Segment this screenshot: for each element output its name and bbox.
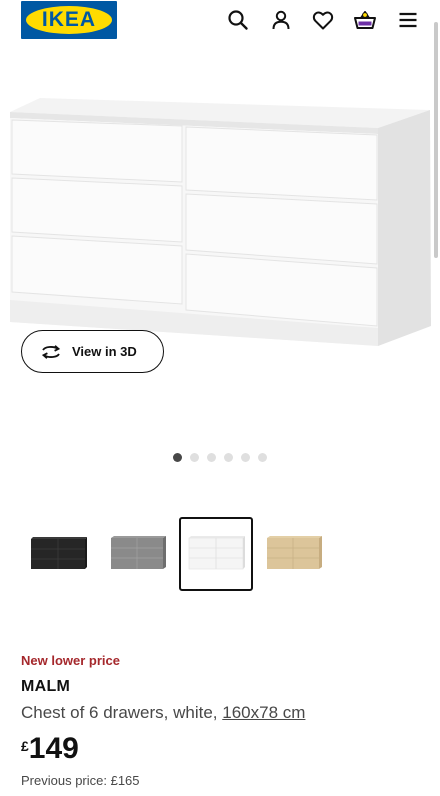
price-currency: £ bbox=[21, 738, 29, 754]
variant-black-brown[interactable] bbox=[21, 517, 95, 591]
menu-icon[interactable] bbox=[396, 8, 420, 32]
product-name: MALM bbox=[21, 678, 71, 695]
product-price: £ 149 bbox=[21, 733, 79, 765]
gallery-pagination bbox=[173, 453, 267, 462]
new-lower-price-badge: New lower price bbox=[21, 653, 120, 668]
search-icon[interactable] bbox=[226, 8, 250, 32]
price-value: 149 bbox=[28, 732, 79, 765]
product-description-text: Chest of 6 drawers, white, bbox=[21, 703, 223, 722]
gallery-dot[interactable] bbox=[207, 453, 216, 462]
logo-text: IKEA bbox=[41, 8, 97, 31]
gallery-dot[interactable] bbox=[173, 453, 182, 462]
view-in-3d-label: View in 3D bbox=[72, 344, 137, 359]
view-in-3d-button[interactable]: View in 3D bbox=[21, 330, 164, 373]
variant-thumbnails bbox=[21, 517, 421, 591]
gallery-dot[interactable] bbox=[258, 453, 267, 462]
basket-icon[interactable] bbox=[353, 8, 377, 32]
profile-icon[interactable] bbox=[269, 8, 293, 32]
variant-white[interactable] bbox=[179, 517, 253, 591]
rotate-3d-icon bbox=[41, 344, 61, 359]
gallery-dot[interactable] bbox=[190, 453, 199, 462]
previous-price: Previous price: £165 bbox=[21, 773, 140, 788]
gallery-dot[interactable] bbox=[241, 453, 250, 462]
product-description: Chest of 6 drawers, white, 160x78 cm bbox=[21, 703, 305, 723]
heart-icon[interactable] bbox=[311, 8, 335, 32]
ikea-logo[interactable]: IKEA bbox=[21, 1, 117, 39]
site-header: IKEA bbox=[0, 0, 440, 44]
variant-oak-veneer[interactable] bbox=[264, 517, 338, 591]
variant-grey[interactable] bbox=[106, 517, 180, 591]
gallery-dot[interactable] bbox=[224, 453, 233, 462]
size-link[interactable]: 160x78 cm bbox=[222, 703, 305, 722]
